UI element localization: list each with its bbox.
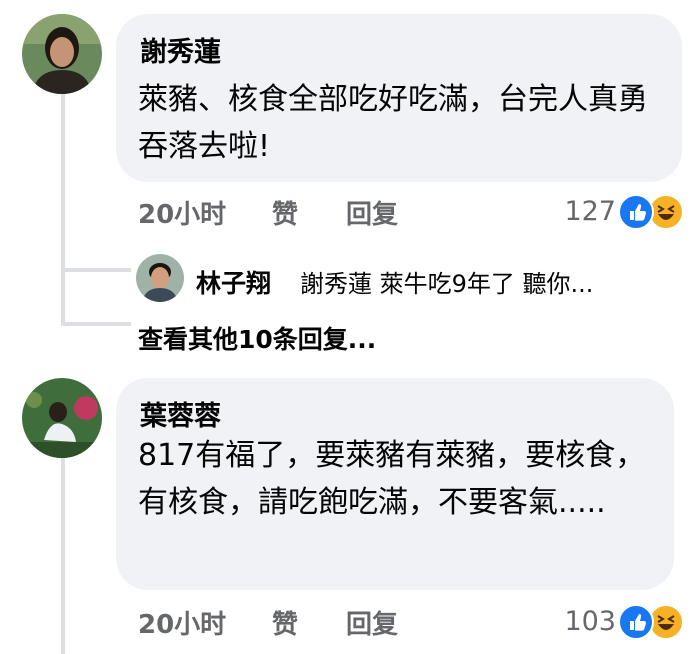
comment-time[interactable]: 20小时 [138,604,226,641]
thread-line [61,94,65,326]
avatar[interactable] [22,14,102,94]
comment-text: 817有福了，要萊豬有萊豬，要核食，有核食，請吃飽吃滿，不要客氣..... [138,438,646,520]
comment-author[interactable]: 謝秀蓮 [140,30,221,69]
avatar[interactable] [136,254,184,302]
comment-time[interactable]: 20小时 [138,194,226,231]
reaction-count: 127 [564,196,616,227]
reaction-summary[interactable]: 103 [530,604,690,640]
reply-button[interactable]: 回复 [346,604,398,641]
comment-text: 萊豬、核食全部吃好吃滿，台完人真勇吞落去啦! [138,82,648,164]
like-icon [618,194,654,230]
reaction-count: 103 [564,606,616,637]
comment-author[interactable]: 葉蓉蓉 [140,394,221,433]
avatar[interactable] [22,378,102,458]
thread-connector [61,322,131,326]
thread-connector [61,268,131,272]
view-more-replies-link[interactable]: 查看其他10条回复... [138,320,376,356]
like-button[interactable]: 赞 [272,604,298,641]
reply-button[interactable]: 回复 [346,194,398,231]
reply-author[interactable]: 林子翔 [196,264,271,300]
like-icon [618,604,654,640]
thread-line [61,458,65,654]
reply-text[interactable]: 謝秀蓮 萊牛吃9年了 聽你... [300,264,593,299]
like-button[interactable]: 赞 [272,194,298,231]
reaction-summary[interactable]: 127 [530,194,690,230]
